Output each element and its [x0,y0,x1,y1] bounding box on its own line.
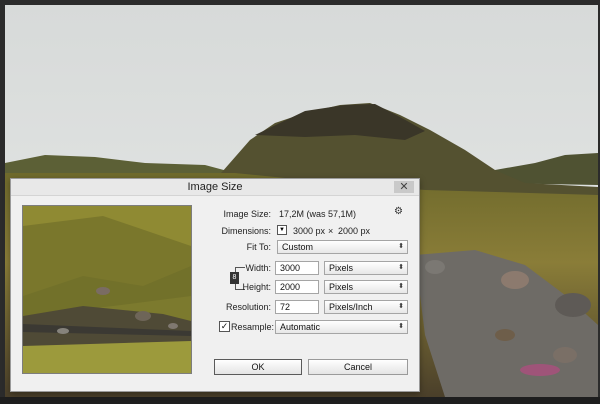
ok-button[interactable]: OK [214,359,302,375]
dialog-titlebar[interactable]: Image Size ✕ [11,179,419,196]
resample-label: Resample: [231,322,275,332]
chevron-updown-icon: ⬍ [398,323,404,330]
frame-border [0,397,600,404]
chevron-updown-icon: ⬍ [398,283,404,290]
resolution-label: Resolution: [225,302,271,312]
chevron-updown-icon: ⬍ [398,264,404,271]
dimensions-height-value: 2000 px [338,226,371,236]
image-preview[interactable] [22,205,192,374]
fit-to-label: Fit To: [246,242,271,252]
resample-select[interactable]: Automatic ⬍ [275,320,408,334]
width-label: Width: [245,263,271,273]
image-size-dialog: Image Size ✕ Image Size: 17,2M (was 57,1… [10,178,420,392]
width-input[interactable]: 3000 [275,261,319,275]
resample-checkbox[interactable]: ✓ [219,321,230,332]
resolution-unit-select[interactable]: Pixels/Inch ⬍ [324,300,408,314]
fit-to-value: Custom [282,242,314,252]
dialog-title: Image Size [187,181,243,193]
dimensions-label: Dimensions: [221,226,271,236]
gear-icon[interactable]: ⚙ [394,206,403,217]
chevron-updown-icon: ⬍ [398,303,404,310]
chevron-updown-icon: ⬍ [398,243,404,250]
cancel-button[interactable]: Cancel [308,359,408,375]
width-unit-value: Pixels [329,263,354,273]
dimensions-dropdown-icon[interactable]: ▼ [277,225,287,235]
width-unit-select[interactable]: Pixels ⬍ [324,261,408,275]
image-size-label: Image Size: [223,209,271,219]
resolution-input[interactable]: 72 [275,300,319,314]
height-label: Height: [242,282,271,292]
resample-value: Automatic [280,322,321,332]
height-input[interactable]: 2000 [275,280,319,294]
height-unit-value: Pixels [329,282,354,292]
close-icon[interactable]: ✕ [394,181,414,193]
height-unit-select[interactable]: Pixels ⬍ [324,280,408,294]
image-size-value: 17,2M (was 57,1M) [279,209,357,219]
resolution-unit-value: Pixels/Inch [329,302,373,312]
dimensions-separator: × [328,226,334,236]
dimensions-width-value: 3000 px [293,226,326,236]
fit-to-select[interactable]: Custom ⬍ [277,240,408,254]
